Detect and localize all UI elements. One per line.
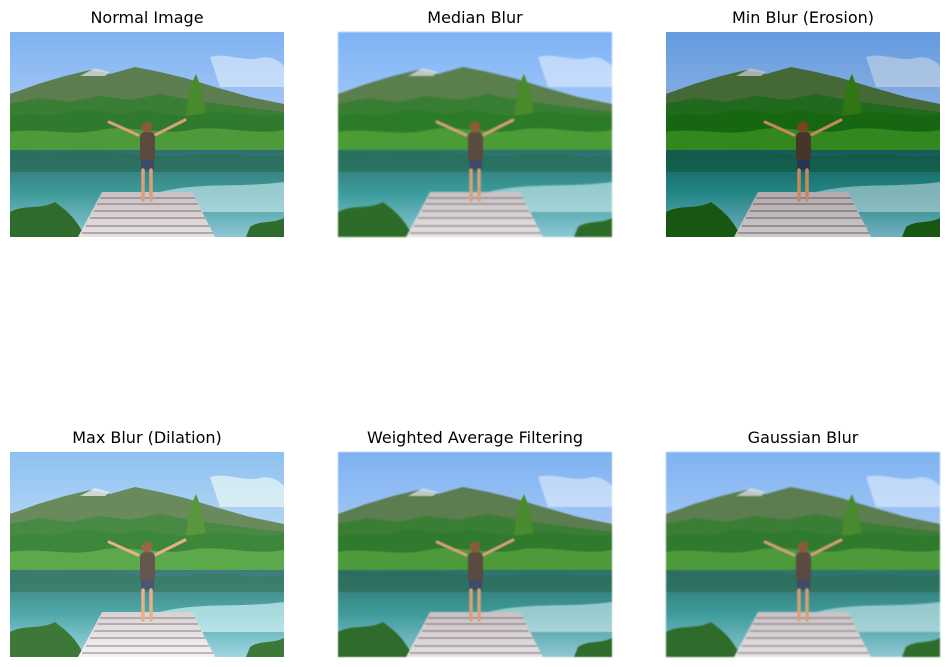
landscape-photo xyxy=(338,452,612,657)
landscape-photo xyxy=(10,32,284,237)
landscape-photo xyxy=(666,452,940,657)
panel-title: Gaussian Blur xyxy=(747,428,859,447)
panel-title: Weighted Average Filtering xyxy=(367,428,583,447)
landscape-photo xyxy=(10,452,284,657)
panel-title: Max Blur (Dilation) xyxy=(72,428,222,447)
panel-title: Median Blur xyxy=(427,8,523,27)
panel-title: Normal Image xyxy=(90,8,204,27)
panel-title: Min Blur (Erosion) xyxy=(731,8,875,27)
landscape-photo xyxy=(338,32,612,237)
landscape-photo xyxy=(666,32,940,237)
